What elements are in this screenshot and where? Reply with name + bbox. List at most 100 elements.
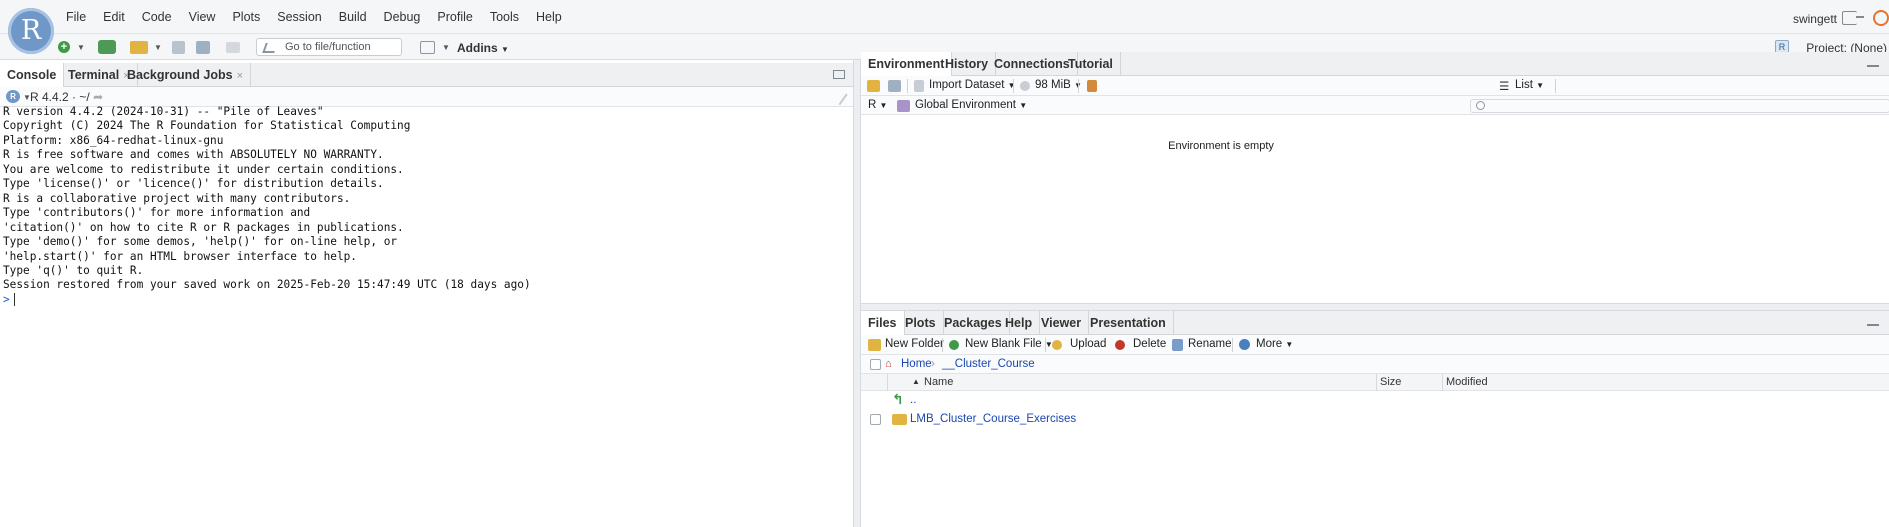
row-checkbox[interactable] bbox=[870, 414, 881, 425]
rename-icon bbox=[1172, 339, 1183, 351]
tab-viewer-label: Viewer bbox=[1041, 316, 1082, 330]
environment-empty-message: Environment is empty bbox=[1168, 140, 1274, 152]
console-line: 'citation()' on how to cite R or R packa… bbox=[3, 220, 404, 234]
delete-button[interactable]: Delete bbox=[1133, 338, 1166, 350]
tab-history-label: History bbox=[945, 57, 989, 71]
console-line: 'help.start()' for an HTML browser inter… bbox=[3, 249, 357, 263]
tab-tutorial[interactable]: Tutorial bbox=[1061, 52, 1121, 76]
load-workspace-icon[interactable] bbox=[867, 80, 880, 92]
quit-session-icon[interactable] bbox=[1873, 10, 1889, 26]
tab-terminal-label: Terminal bbox=[68, 68, 120, 82]
console-line: Session restored from your saved work on… bbox=[3, 278, 531, 292]
go-to-dir-icon[interactable]: ➦ bbox=[93, 90, 103, 104]
new-folder-button[interactable]: New Folder bbox=[885, 338, 944, 350]
tab-viewer[interactable]: Viewer bbox=[1034, 311, 1090, 335]
save-all-icon[interactable] bbox=[196, 41, 210, 54]
working-dir[interactable]: ~/ bbox=[79, 90, 89, 104]
tab-tutorial-label: Tutorial bbox=[1068, 57, 1113, 71]
upload-button[interactable]: Upload bbox=[1070, 338, 1106, 350]
workspace-panes-icon[interactable] bbox=[420, 41, 435, 54]
table-row[interactable]: ↰ .. bbox=[861, 391, 1889, 410]
table-row[interactable]: LMB_Cluster_Course_Exercises bbox=[861, 410, 1889, 429]
print-icon[interactable] bbox=[226, 42, 240, 53]
chevron-down-icon: ▼ bbox=[879, 101, 888, 110]
tab-background-jobs[interactable]: Background Jobs × bbox=[120, 63, 252, 87]
breadcrumb-folder[interactable]: __Cluster_Course bbox=[942, 358, 1035, 370]
breadcrumb-home[interactable]: Home bbox=[901, 358, 932, 370]
console-output[interactable]: R version 4.4.2 (2024-10-31) -- "Pile of… bbox=[3, 105, 531, 307]
new-blank-file-icon bbox=[949, 340, 959, 350]
horizontal-splitter[interactable] bbox=[861, 304, 1889, 311]
rename-button[interactable]: Rename bbox=[1188, 338, 1231, 350]
column-header-size[interactable]: Size bbox=[1380, 376, 1401, 388]
menu-build[interactable]: Build bbox=[339, 10, 367, 24]
addins-menu[interactable]: Addins ▼ bbox=[457, 41, 509, 55]
clear-workspace-broom-icon[interactable] bbox=[1087, 80, 1097, 92]
more-button[interactable]: More ▼ bbox=[1256, 338, 1293, 350]
new-blank-file-button[interactable]: New Blank File ▼ bbox=[965, 338, 1053, 350]
menu-debug[interactable]: Debug bbox=[384, 10, 421, 24]
text-cursor bbox=[13, 292, 15, 306]
menu-profile[interactable]: Profile bbox=[437, 10, 472, 24]
panes-dropdown-icon[interactable]: ▼ bbox=[442, 43, 450, 52]
files-pane: Files Plots Packages Help Viewer Present… bbox=[861, 311, 1889, 527]
menu-view[interactable]: View bbox=[189, 10, 216, 24]
save-icon[interactable] bbox=[172, 41, 185, 54]
parent-directory-icon: ↰ bbox=[892, 391, 904, 407]
tab-presentation[interactable]: Presentation bbox=[1083, 311, 1174, 335]
clear-console-icon[interactable] bbox=[830, 87, 848, 106]
file-name-link[interactable]: .. bbox=[910, 394, 916, 406]
chevron-down-icon: ▼ bbox=[1019, 101, 1028, 110]
menu-session[interactable]: Session bbox=[277, 10, 321, 24]
menu-bar: R File Edit Code View Plots Session Buil… bbox=[0, 0, 1889, 54]
more-label: More bbox=[1256, 338, 1283, 350]
gear-icon bbox=[1239, 339, 1250, 350]
minimize-pane-icon[interactable] bbox=[1867, 65, 1879, 67]
environment-scope-selector[interactable]: Global Environment ▼ bbox=[915, 99, 1027, 111]
recent-files-dropdown-icon[interactable]: ▼ bbox=[154, 43, 162, 52]
console-line: Type 'contributors()' for more informati… bbox=[3, 206, 311, 220]
toolbar-separator bbox=[1013, 79, 1014, 93]
addins-caret-icon: ▼ bbox=[501, 45, 509, 54]
file-name-link[interactable]: LMB_Cluster_Course_Exercises bbox=[910, 413, 1076, 425]
menu-file[interactable]: File bbox=[66, 10, 86, 24]
console-prompt[interactable]: > bbox=[3, 292, 531, 307]
menu-code[interactable]: Code bbox=[142, 10, 172, 24]
environment-search-input[interactable] bbox=[1470, 99, 1889, 113]
console-pane: Console Terminal × Background Jobs × R ▼ R… bbox=[0, 63, 853, 527]
column-header-name[interactable]: Name bbox=[924, 376, 953, 388]
close-icon[interactable]: × bbox=[237, 70, 243, 82]
console-line: Type 'demo()' for some demos, 'help()' f… bbox=[3, 235, 398, 249]
menu-help[interactable]: Help bbox=[536, 10, 562, 24]
menu-plots[interactable]: Plots bbox=[232, 10, 260, 24]
vertical-splitter[interactable] bbox=[853, 60, 861, 527]
tab-files-label: Files bbox=[868, 316, 897, 330]
language-selector[interactable]: R ▼ bbox=[868, 99, 887, 111]
list-view-icon: ☰ bbox=[1499, 81, 1510, 93]
open-file-icon[interactable] bbox=[130, 41, 148, 54]
new-project-icon[interactable] bbox=[98, 40, 116, 54]
go-to-file-input[interactable]: Go to file/function bbox=[256, 38, 402, 56]
column-header-modified[interactable]: Modified bbox=[1446, 376, 1488, 388]
new-file-icon[interactable]: + bbox=[58, 41, 70, 53]
console-line: R version 4.4.2 (2024-10-31) -- "Pile of… bbox=[3, 105, 324, 118]
menu-tools[interactable]: Tools bbox=[490, 10, 519, 24]
column-divider bbox=[887, 374, 888, 391]
console-tabbar: Console Terminal × Background Jobs × bbox=[0, 63, 853, 88]
minimize-pane-icon[interactable] bbox=[1867, 324, 1879, 326]
memory-usage-button[interactable]: 98 MiB ▼ bbox=[1035, 79, 1082, 91]
import-dataset-label: Import Dataset bbox=[929, 79, 1005, 91]
new-file-dropdown-icon[interactable]: ▼ bbox=[77, 43, 85, 52]
menu-edit[interactable]: Edit bbox=[103, 10, 125, 24]
console-line: Copyright (C) 2024 The R Foundation for … bbox=[3, 119, 411, 133]
save-workspace-icon[interactable] bbox=[888, 80, 901, 92]
import-dataset-button[interactable]: Import Dataset ▼ bbox=[929, 79, 1016, 91]
tab-help-label: Help bbox=[1005, 316, 1033, 330]
chevron-down-icon: ▼ bbox=[1536, 81, 1545, 90]
sign-out-icon[interactable] bbox=[1842, 11, 1864, 25]
view-mode-button[interactable]: List ▼ bbox=[1515, 79, 1544, 91]
tab-console[interactable]: Console bbox=[0, 63, 65, 88]
maximize-pane-icon[interactable] bbox=[833, 70, 845, 79]
select-all-checkbox[interactable] bbox=[870, 359, 881, 370]
environment-scope-icon bbox=[897, 100, 910, 112]
